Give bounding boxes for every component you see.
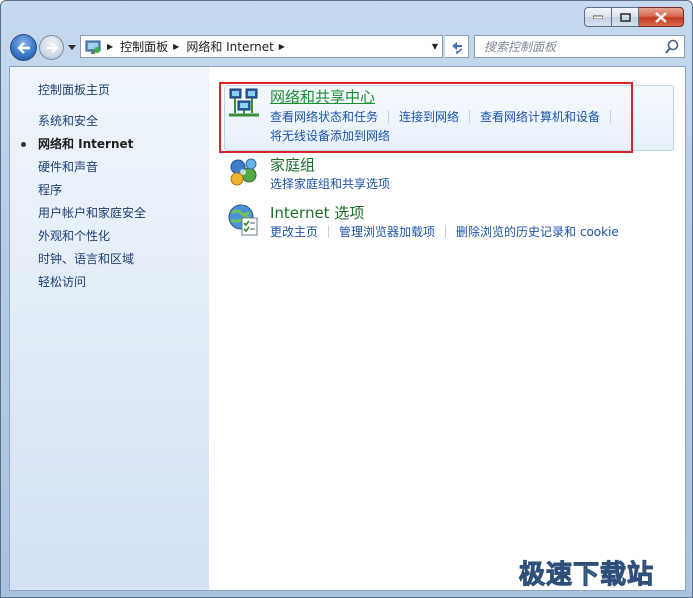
- forward-button[interactable]: [39, 35, 64, 60]
- link-divider: [328, 225, 330, 238]
- link-divider: [388, 110, 390, 123]
- sidebar-item-programs[interactable]: 程序: [38, 183, 146, 206]
- network-sharing-icon: [229, 88, 259, 117]
- address-dropdown-icon[interactable]: ▼: [432, 42, 438, 51]
- sidebar: 控制面板主页 系统和安全 网络和 Internet 硬件和声音 程序 用户帐户和…: [10, 67, 209, 590]
- sidebar-list: 系统和安全 网络和 Internet 硬件和声音 程序 用户帐户和家庭安全 外观…: [20, 114, 146, 298]
- close-button[interactable]: [639, 7, 684, 27]
- internet-options-links: 更改主页 管理浏览器加载项 删除浏览的历史记录和 cookie: [270, 223, 619, 240]
- category-internet-options: Internet 选项 更改主页 管理浏览器加载项 删除浏览的历史记录和 coo…: [227, 203, 677, 243]
- category-network-sharing: 网络和共享中心 查看网络状态和任务 连接到网络 查看网络计算机和设备 将无线设备…: [227, 87, 677, 147]
- category-title-homegroup[interactable]: 家庭组: [270, 154, 315, 175]
- sidebar-item-hardware-sound[interactable]: 硬件和声音: [38, 160, 146, 183]
- main-panel: 网络和共享中心 查看网络状态和任务 连接到网络 查看网络计算机和设备 将无线设备…: [209, 67, 685, 590]
- control-panel-window: ▶ 控制面板 ▶ 网络和 Internet ▶ ▼ 搜索控制面板 控制面板主页 …: [0, 0, 693, 598]
- network-sharing-links: 查看网络状态和任务 连接到网络 查看网络计算机和设备: [270, 108, 621, 125]
- category-title-network-sharing[interactable]: 网络和共享中心: [270, 86, 375, 107]
- minimize-button[interactable]: [584, 7, 612, 27]
- search-icon[interactable]: [665, 39, 679, 54]
- back-button[interactable]: [10, 34, 37, 61]
- search-placeholder: 搜索控制面板: [484, 40, 557, 54]
- category-title-internet-options[interactable]: Internet 选项: [270, 202, 364, 223]
- link-delete-history[interactable]: 删除浏览的历史记录和 cookie: [456, 223, 619, 240]
- maximize-icon: [619, 12, 631, 22]
- breadcrumb-control-panel[interactable]: 控制面板: [120, 38, 168, 55]
- link-add-wireless-device[interactable]: 将无线设备添加到网络: [270, 127, 390, 144]
- refresh-icon: [451, 41, 462, 54]
- control-panel-icon: [85, 40, 101, 54]
- link-view-network-status[interactable]: 查看网络状态和任务: [270, 108, 378, 125]
- caption-buttons: [584, 7, 684, 27]
- link-change-home-page[interactable]: 更改主页: [270, 223, 318, 240]
- link-manage-add-ons[interactable]: 管理浏览器加载项: [339, 223, 435, 240]
- sidebar-item-network-internet[interactable]: 网络和 Internet: [20, 137, 146, 160]
- link-divider: [469, 110, 471, 123]
- homegroup-icon: [230, 158, 257, 186]
- watermark-text: 极速下载站: [518, 560, 655, 591]
- content-area: 控制面板主页 系统和安全 网络和 Internet 硬件和声音 程序 用户帐户和…: [9, 66, 686, 591]
- breadcrumb-arrow-icon[interactable]: ▶: [279, 42, 285, 51]
- address-bar[interactable]: ▶ 控制面板 ▶ 网络和 Internet ▶ ▼: [80, 35, 443, 58]
- refresh-button[interactable]: [445, 35, 469, 58]
- link-view-network-computers[interactable]: 查看网络计算机和设备: [480, 108, 600, 125]
- link-divider: [445, 225, 447, 238]
- breadcrumb-arrow-icon[interactable]: ▶: [173, 42, 179, 51]
- arrow-right-icon: [46, 42, 58, 53]
- sidebar-item-clock-language-region[interactable]: 时钟、语言和区域: [38, 252, 146, 275]
- link-divider: [610, 110, 612, 123]
- category-homegroup: 家庭组 选择家庭组和共享选项: [227, 155, 677, 195]
- recent-pages-button[interactable]: [67, 42, 77, 52]
- internet-options-icon: [228, 204, 258, 236]
- maximize-button[interactable]: [612, 7, 639, 27]
- breadcrumb-network-internet[interactable]: 网络和 Internet: [186, 38, 273, 55]
- sidebar-home-link[interactable]: 控制面板主页: [38, 81, 110, 98]
- link-homegroup-sharing-options[interactable]: 选择家庭组和共享选项: [270, 175, 390, 192]
- network-sharing-links-row2: 将无线设备添加到网络: [270, 127, 390, 144]
- close-icon: [655, 11, 667, 23]
- arrow-left-icon: [16, 41, 30, 54]
- sidebar-item-appearance[interactable]: 外观和个性化: [38, 229, 146, 252]
- link-connect-to-network[interactable]: 连接到网络: [399, 108, 459, 125]
- minimize-icon: [593, 15, 603, 19]
- breadcrumb-arrow-icon[interactable]: ▶: [107, 42, 113, 51]
- homegroup-links: 选择家庭组和共享选项: [270, 175, 390, 192]
- chevron-down-icon: [68, 44, 76, 50]
- search-box[interactable]: 搜索控制面板: [474, 35, 685, 58]
- sidebar-item-ease-of-access[interactable]: 轻松访问: [38, 275, 146, 298]
- sidebar-item-user-accounts[interactable]: 用户帐户和家庭安全: [38, 206, 146, 229]
- sidebar-item-system-security[interactable]: 系统和安全: [38, 114, 146, 137]
